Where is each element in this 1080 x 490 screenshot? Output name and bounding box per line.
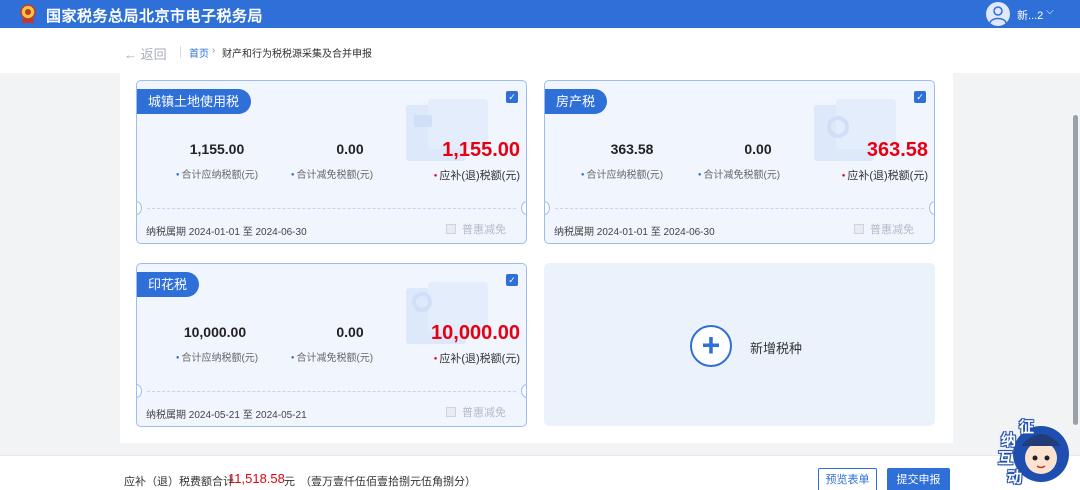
reduction-amount: 0.00 [744, 141, 772, 157]
submit-declaration-button[interactable]: 提交申报 [887, 468, 950, 490]
due-amount: 363.58 [866, 139, 928, 161]
total-amount-in-words: （壹万壹仟伍佰壹拾捌元伍角捌分） [300, 476, 476, 488]
tax-type-tag: 房产税 [545, 89, 608, 114]
top-header: 国家税务总局北京市电子税务局 新...2 ⌵ [0, 0, 1080, 28]
chevron-down-icon[interactable]: ⌵ [1046, 6, 1054, 17]
tax-card-stamp[interactable]: 印花税 ✓ 10,000.00 合计应纳税额(元) 0.00 合计减免税额(元)… [136, 263, 527, 427]
due-label: 应补(退)税额(元) [434, 350, 520, 366]
ticket-notch [929, 201, 934, 215]
user-icon [989, 6, 1007, 24]
due-amount: 10,000.00 [431, 322, 520, 344]
due-label: 应补(退)税额(元) [434, 167, 520, 183]
due-label: 应补(退)税额(元) [842, 167, 928, 183]
breadcrumb-home[interactable]: 首页 [189, 45, 209, 60]
mascot-char: 互 [998, 450, 1014, 467]
relief-label: 普惠减免 [870, 224, 914, 236]
payable-label: 合计应纳税额(元) [162, 349, 272, 364]
scrollbar-thumb[interactable] [1073, 115, 1078, 425]
reduction-label: 合计减免税额(元) [684, 166, 794, 181]
total-unit: 元 [284, 476, 295, 488]
tax-period: 纳税属期 2024-01-01 至 2024-06-30 [554, 227, 715, 238]
relief-checkbox: 普惠减免 [446, 404, 506, 420]
payable-label: 合计应纳税额(元) [567, 166, 677, 181]
payable-amount: 10,000.00 [183, 324, 247, 340]
reduction-label: 合计减免税额(元) [277, 166, 387, 181]
breadcrumb: ← 返回 首页 › 财产和行为税税源采集及合并申报 [0, 28, 1080, 73]
ticket-notch [137, 384, 142, 398]
tax-card-land-use[interactable]: 城镇土地使用税 ✓ 1,155.00 合计应纳税额(元) 0.00 合计减免税额… [136, 80, 527, 244]
ticket-notch [521, 384, 526, 398]
tax-period: 纳税属期 2024-05-21 至 2024-05-21 [146, 410, 307, 421]
relief-label: 普惠减免 [462, 407, 506, 419]
footer-bar: 应补（退）税费额合计 11,518.58 元 （壹万壹仟伍佰壹拾捌元伍角捌分） … [0, 455, 1080, 490]
tax-card-property[interactable]: 房产税 ✓ 363.58 合计应纳税额(元) 0.00 合计减免税额(元) 36… [544, 80, 935, 244]
back-link[interactable]: ← 返回 [124, 44, 167, 63]
total-label: 应补（退）税费额合计 [124, 476, 234, 488]
preview-form-button[interactable]: 预览表单 [818, 468, 877, 490]
total-amount: 11,518.58 [228, 471, 285, 486]
divider [180, 46, 181, 58]
add-tax-type-label[interactable]: 新增税种 [750, 338, 802, 357]
checkbox-checked-icon[interactable]: ✓ [914, 91, 926, 103]
checkbox-checked-icon[interactable]: ✓ [506, 91, 518, 103]
ticket-notch [137, 201, 142, 215]
relief-label: 普惠减免 [462, 224, 506, 236]
interaction-mascot-widget[interactable]: 征 纳 互 动 [997, 416, 1071, 490]
divider [147, 208, 516, 209]
ticket-notch [521, 201, 526, 215]
checkbox-disabled-icon [854, 224, 864, 234]
divider [555, 208, 924, 209]
payable-label: 合计应纳税额(元) [162, 166, 272, 181]
ticket-notch [545, 201, 550, 215]
main-panel: 城镇土地使用税 ✓ 1,155.00 合计应纳税额(元) 0.00 合计减免税额… [120, 73, 953, 443]
tax-period: 纳税属期 2024-01-01 至 2024-06-30 [146, 227, 307, 238]
tax-emblem-icon [20, 4, 36, 23]
user-avatar[interactable] [986, 2, 1010, 26]
user-name[interactable]: 新...2 [1017, 7, 1043, 23]
add-tax-type-card[interactable]: + 新增税种 [544, 263, 935, 426]
relief-checkbox: 普惠减免 [446, 221, 506, 237]
site-title: 国家税务总局北京市电子税务局 [46, 8, 264, 25]
tax-type-tag: 印花税 [137, 272, 200, 297]
mascot-char: 动 [1007, 469, 1023, 486]
mascot-char: 征 [1019, 419, 1035, 436]
reduction-amount: 0.00 [336, 324, 364, 340]
reduction-amount: 0.00 [336, 141, 364, 157]
reduction-label: 合计减免税额(元) [277, 349, 387, 364]
breadcrumb-current: 财产和行为税税源采集及合并申报 [222, 49, 372, 60]
payable-amount: 1,155.00 [189, 141, 245, 157]
relief-checkbox: 普惠减免 [854, 221, 914, 237]
checkbox-disabled-icon [446, 224, 456, 234]
checkbox-checked-icon[interactable]: ✓ [506, 274, 518, 286]
checkbox-disabled-icon [446, 407, 456, 417]
tax-type-tag: 城镇土地使用税 [137, 89, 252, 114]
plus-icon[interactable]: + [690, 325, 732, 367]
divider [147, 391, 516, 392]
payable-amount: 363.58 [610, 141, 654, 157]
breadcrumb-separator-icon: › [212, 45, 216, 56]
due-amount: 1,155.00 [442, 139, 520, 161]
